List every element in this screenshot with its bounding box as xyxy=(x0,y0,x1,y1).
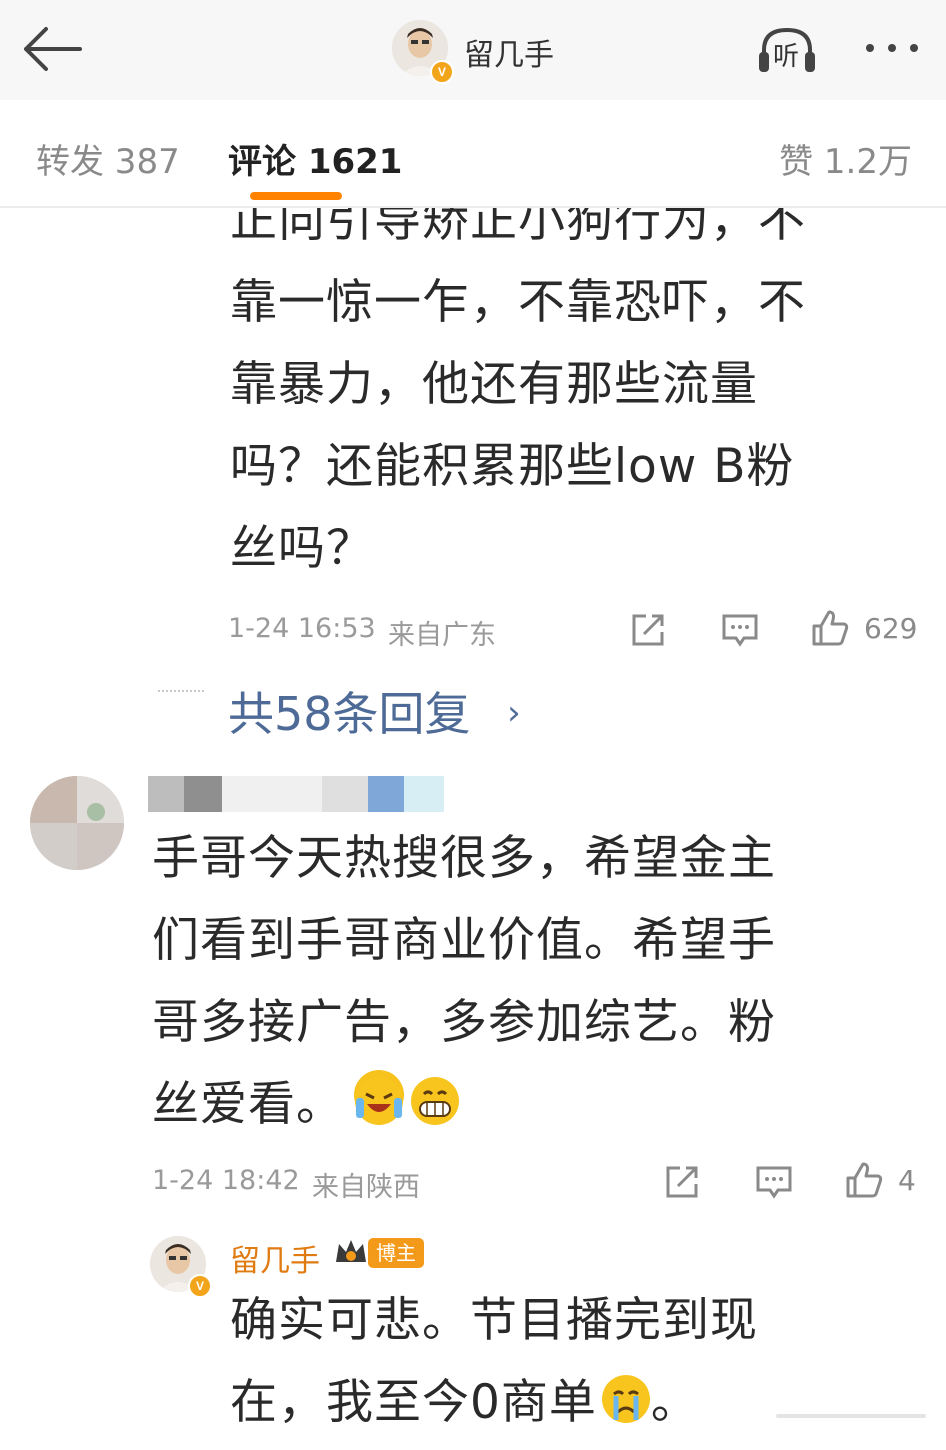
like-thumb-icon[interactable] xyxy=(844,1160,884,1200)
author-reply-text: 确实可悲。节目播完到现 在，我至今0商单。 xyxy=(230,1280,758,1444)
author-reply-line: 确实可悲。节目播完到现 xyxy=(230,1293,758,1348)
listen-label: 听 xyxy=(773,42,800,72)
tab-likes[interactable]: 赞 1.2万 xyxy=(779,134,912,183)
comment-1-line: 丝吗？ xyxy=(230,521,374,576)
comment-1-line: 吗？还能积累那些low B粉 xyxy=(230,439,795,494)
more-icon[interactable] xyxy=(860,30,924,66)
thread-divider xyxy=(158,690,204,692)
active-tab-indicator xyxy=(250,192,342,200)
comment-2-line: 手哥今天热搜很多，希望金主 xyxy=(152,831,776,886)
view-replies-link[interactable]: 共58条回复 › xyxy=(228,678,521,744)
comment-1-line: 靠暴力，他还有那些流量 xyxy=(230,357,758,412)
comment-1-time: 1-24 16:53 xyxy=(228,613,376,644)
tab-comments[interactable]: 评论 1621 xyxy=(228,134,402,183)
tab-forward[interactable]: 转发 387 xyxy=(36,134,180,183)
author-reply-line: 在，我至今0商单 xyxy=(230,1375,597,1430)
comment-2-location: 来自陕西 xyxy=(312,1172,420,1203)
chevron-right-icon: › xyxy=(507,693,521,733)
scroll-indicator[interactable] xyxy=(776,1414,926,1418)
comment-1-line: 靠一惊一乍，不靠恐吓，不 xyxy=(230,275,806,330)
author-reply-line-last: 在，我至今0商单。 xyxy=(230,1362,758,1444)
host-badge: 博主 xyxy=(368,1238,424,1268)
author-reply-name[interactable]: 留几手 xyxy=(230,1236,320,1280)
verified-badge: V xyxy=(430,60,454,84)
reply-comment-icon[interactable] xyxy=(720,610,760,650)
back-arrow-icon[interactable] xyxy=(20,24,84,74)
crying-emoji xyxy=(601,1368,651,1423)
crying-laugh-emoji xyxy=(354,1070,404,1125)
comment-2-line: 丝爱看。 xyxy=(152,1077,344,1132)
reply-comment-icon[interactable] xyxy=(754,1162,794,1202)
grin-emoji xyxy=(410,1070,460,1125)
blurred-username[interactable] xyxy=(148,776,444,812)
comment-1-text: 正向引导矫正小狗行为，不 靠一惊一乍，不靠恐吓，不 靠暴力，他还有那些流量 吗？… xyxy=(230,180,806,590)
share-icon[interactable] xyxy=(662,1162,702,1202)
page-title: 留几手 xyxy=(464,38,554,73)
comment-2-like-count: 4 xyxy=(898,1164,916,1197)
verified-badge: V xyxy=(188,1274,212,1298)
comment-1-like-count: 629 xyxy=(864,612,918,645)
crown-icon xyxy=(336,1240,366,1262)
comment-2-line: 们看到手哥商业价值。希望手 xyxy=(152,913,776,968)
tab-bar: 转发 387 评论 1621 赞 1.2万 xyxy=(0,100,946,208)
comment-2-time: 1-24 18:42 xyxy=(152,1165,300,1196)
view-replies-label: 共58条回复 xyxy=(228,687,471,741)
author-reply-period: 。 xyxy=(650,1375,699,1430)
comment-2-line: 哥多接广告，多参加综艺。粉 xyxy=(152,995,776,1050)
comment-1-location: 来自广东 xyxy=(388,620,496,651)
comment-2-line-last: 丝爱看。 xyxy=(152,1064,776,1146)
listen-button[interactable]: 听 xyxy=(754,22,820,78)
top-bar: V 留几手 听 xyxy=(0,0,946,100)
share-icon[interactable] xyxy=(628,610,668,650)
commenter-avatar[interactable] xyxy=(30,776,124,870)
like-thumb-icon[interactable] xyxy=(810,608,850,648)
comment-2-text: 手哥今天热搜很多，希望金主 们看到手哥商业价值。希望手 哥多接广告，多参加综艺。… xyxy=(152,818,776,1146)
